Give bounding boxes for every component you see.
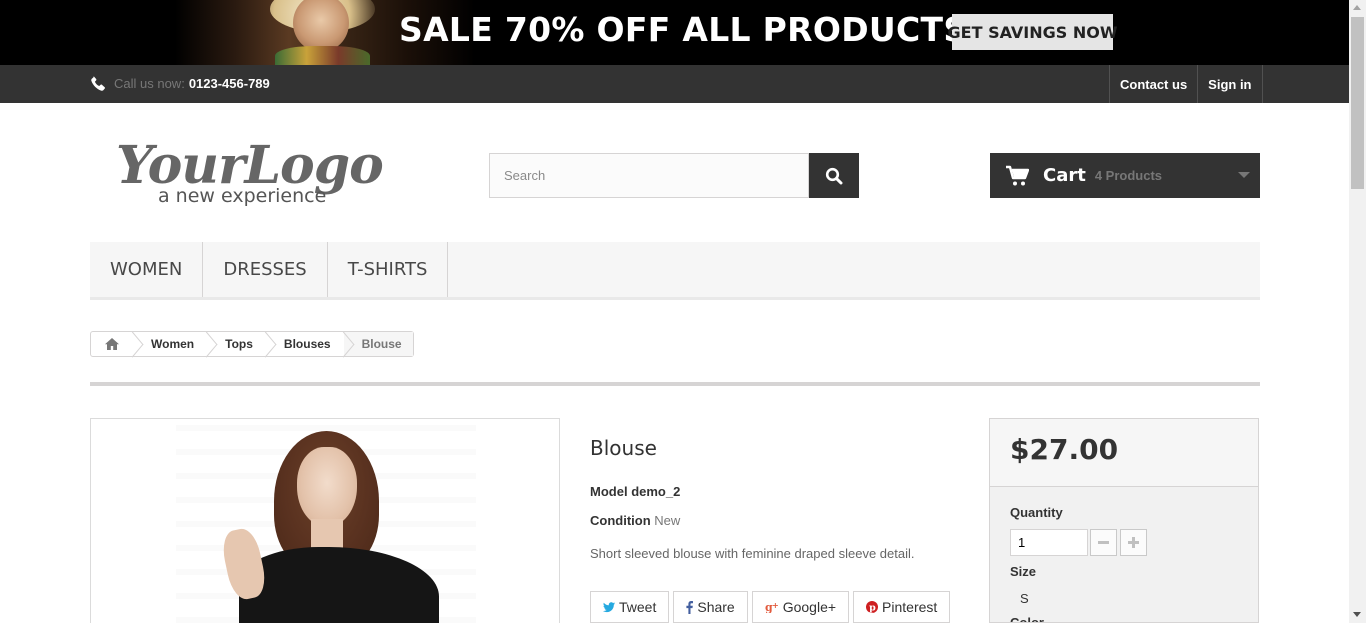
model-face — [297, 447, 357, 527]
pinterest-icon: p — [866, 601, 879, 613]
color-label: Color — [1010, 615, 1044, 623]
menu-item-tshirts[interactable]: T-SHIRTS — [328, 242, 449, 297]
plus-icon — [1128, 537, 1139, 548]
top-bar: Call us now: 0123-456-789 Contact us Sig… — [0, 65, 1349, 103]
contact-phone: Call us now: 0123-456-789 — [90, 72, 270, 94]
cart-button[interactable]: Cart 4 Products — [990, 153, 1260, 198]
svg-text:+: + — [772, 601, 779, 610]
svg-text:a new experience: a new experience — [158, 185, 326, 207]
sign-in-link[interactable]: Sign in — [1197, 65, 1263, 103]
site-logo[interactable]: YourLogo a new experience — [114, 128, 404, 208]
tweet-button[interactable]: Tweet — [590, 591, 670, 623]
scroll-thumb[interactable] — [1351, 17, 1364, 189]
chevron-down-icon — [1238, 172, 1250, 178]
scroll-down-arrow-icon[interactable] — [1353, 612, 1361, 617]
get-savings-button[interactable]: GET SAVINGS NOW — [948, 14, 1117, 50]
google-plus-button[interactable]: g + Google+ — [751, 591, 850, 623]
home-icon — [105, 338, 119, 350]
page-scrollbar[interactable] — [1349, 0, 1366, 623]
share-label: Share — [697, 599, 735, 615]
phone-number: 0123-456-789 — [188, 75, 270, 91]
quantity-increase-button[interactable] — [1120, 529, 1147, 556]
google-plus-label: Google+ — [782, 599, 837, 615]
buy-box: $27.00 Quantity Size S Color — [989, 418, 1259, 623]
product-title: Blouse — [590, 436, 657, 460]
top-links: Contact us Sign in — [1109, 65, 1263, 103]
product-condition: Condition New — [590, 513, 680, 528]
quantity-label: Quantity — [1010, 505, 1063, 520]
quantity-input[interactable] — [1010, 529, 1088, 556]
pinterest-label: Pinterest — [882, 599, 938, 615]
svg-text:p: p — [869, 603, 876, 613]
search-bar — [489, 153, 859, 198]
model-label: Model — [590, 484, 628, 499]
menu-item-dresses[interactable]: DRESSES — [203, 242, 328, 297]
phone-icon — [91, 75, 105, 91]
pinterest-button[interactable]: p Pinterest — [853, 591, 951, 623]
tweet-label: Tweet — [619, 599, 657, 615]
promo-banner[interactable]: SALE 70% OFF ALL PRODUCTS GET SAVINGS NO… — [0, 0, 1349, 65]
cart-icon — [1006, 165, 1029, 185]
condition-label: Condition — [590, 513, 651, 528]
size-label: Size — [1010, 564, 1037, 579]
search-button[interactable] — [809, 153, 859, 198]
facebook-icon — [686, 600, 694, 614]
product-model: Model demo_2 — [590, 484, 680, 499]
call-us-label: Call us now: — [114, 75, 185, 91]
product-image[interactable] — [90, 418, 560, 623]
product-description: Short sleeved blouse with feminine drape… — [590, 546, 915, 561]
product-price: $27.00 — [1010, 433, 1119, 466]
quantity-decrease-button[interactable] — [1090, 529, 1117, 556]
breadcrumb: Women Tops Blouses Blouse — [90, 331, 414, 357]
contact-us-link[interactable]: Contact us — [1109, 65, 1197, 103]
twitter-icon — [603, 601, 615, 612]
menu-item-women[interactable]: WOMEN — [90, 242, 204, 297]
minus-icon — [1098, 541, 1109, 544]
model-value: demo_2 — [631, 484, 681, 499]
logo-image: YourLogo a new experience — [116, 135, 384, 207]
scroll-up-arrow-icon[interactable] — [1353, 5, 1361, 10]
search-icon — [825, 167, 843, 184]
section-divider — [90, 382, 1260, 386]
condition-value: New — [654, 513, 681, 528]
cart-label: Cart — [1043, 165, 1086, 186]
banner-headline: SALE 70% OFF ALL PRODUCTS — [399, 10, 968, 49]
cart-count: 4 Products — [1094, 168, 1163, 183]
google-plus-icon: g + — [765, 601, 779, 613]
facebook-share-button[interactable]: Share — [673, 591, 748, 623]
share-buttons: Tweet Share g + Google+ p Pinterest — [590, 591, 951, 623]
size-select[interactable]: S — [1020, 591, 1029, 606]
main-menu: WOMEN DRESSES T-SHIRTS — [90, 242, 1260, 300]
search-input[interactable] — [489, 153, 809, 198]
